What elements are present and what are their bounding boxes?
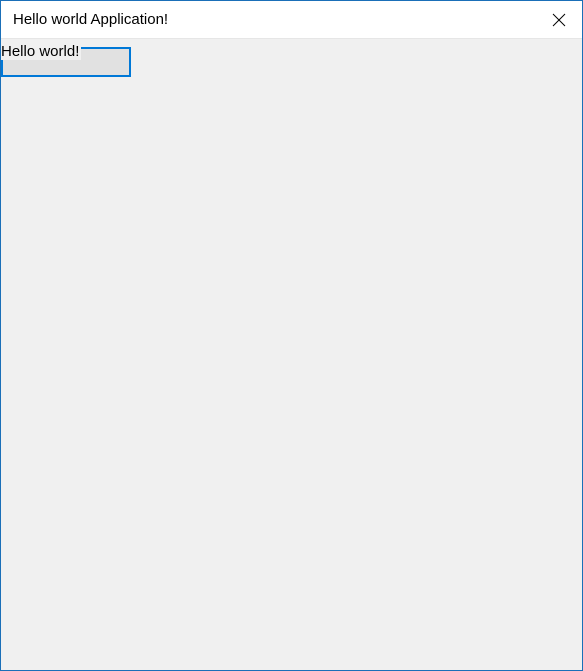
close-button[interactable]: [536, 1, 582, 39]
app-window: Hello world Application! Hello world!: [0, 0, 583, 671]
titlebar: Hello world Application!: [1, 1, 582, 39]
client-area: Hello world!: [1, 39, 582, 670]
window-title: Hello world Application!: [13, 11, 168, 28]
close-icon: [552, 13, 566, 27]
hello-label: Hello world!: [1, 43, 81, 60]
